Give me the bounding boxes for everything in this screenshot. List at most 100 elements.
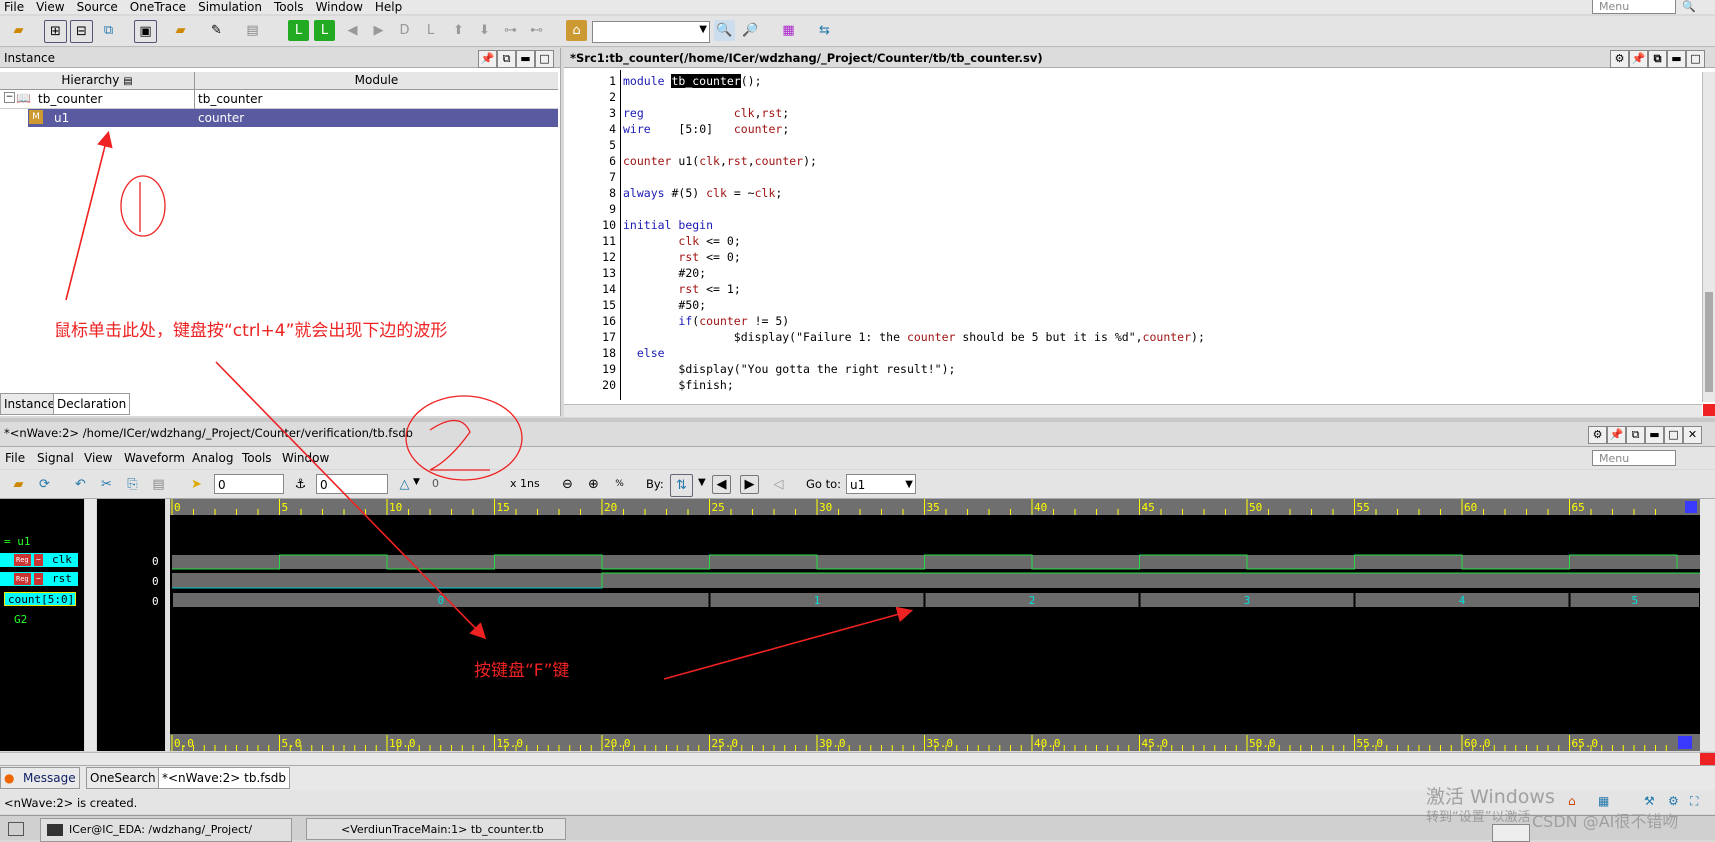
desktop-icon[interactable] [8, 822, 24, 836]
restore-icon[interactable]: ⧉ [1648, 50, 1667, 68]
search-backward-icon[interactable]: ◀ [712, 475, 731, 494]
driver-icon[interactable]: D [394, 20, 415, 41]
search-help-icon[interactable]: 🔍 [1682, 0, 1698, 14]
cursor-time-input[interactable]: 0 [214, 474, 284, 494]
nwave-menu-signal[interactable]: Signal [37, 451, 74, 465]
taskbar-item-verdi[interactable]: <VerdiunTraceMain:1> tb_counter.tb [306, 818, 566, 840]
group2-label[interactable]: G2 [14, 613, 27, 626]
wave-hscrollbar[interactable] [0, 752, 1715, 765]
source-hscrollbar[interactable] [564, 404, 1702, 417]
tab-nwave[interactable]: *<nWave:2> tb.fsdb [158, 767, 290, 789]
open-folder-icon[interactable]: ▰ [8, 474, 29, 495]
col-hierarchy[interactable]: Hierarchy ▤ [0, 72, 195, 89]
pin-icon[interactable]: 📌 [1607, 426, 1626, 444]
folder-icon[interactable]: ▰ [170, 20, 191, 41]
code-line[interactable]: if(counter != 5) [623, 314, 789, 328]
undo-icon[interactable]: ↶ [70, 474, 91, 495]
gear-icon[interactable]: ⚙ [1610, 50, 1629, 68]
schematic-icon[interactable]: ⊷ [526, 20, 547, 41]
trace-down-icon[interactable]: L [288, 20, 309, 41]
gear-icon[interactable]: ⚙ [1588, 426, 1607, 444]
nwave-menu-tools[interactable]: Tools [242, 451, 272, 465]
table-row-selected[interactable]: M u1 counter [28, 109, 558, 127]
arrow-right-icon[interactable]: ▶ [368, 20, 389, 41]
marker-time-input[interactable]: 0 [316, 474, 388, 494]
arrow-left-icon[interactable]: ◀ [342, 20, 363, 41]
code-line[interactable]: rst <= 1; [623, 282, 740, 296]
instance-icon[interactable]: ▣ [134, 20, 157, 43]
menu-simulation[interactable]: Simulation [192, 1, 268, 14]
pointer-icon[interactable]: ➤ [186, 474, 207, 495]
nwave-menu-analog[interactable]: Analog [192, 451, 233, 465]
chevron-down-icon[interactable]: ▼ [698, 477, 706, 488]
waveform-area[interactable]: 0 5 10 15 20 25 30 35 40 45 50 55 60 65 0 1 2 3 4 5 0.0 5.0 10… [170, 499, 1700, 751]
find-icon[interactable]: 🔍 [714, 20, 735, 41]
paste-icon[interactable]: ▤ [148, 474, 169, 495]
signal-pane-vscrollbar[interactable] [85, 499, 96, 751]
maximize-icon[interactable]: □ [1664, 426, 1683, 444]
tray-box[interactable] [1492, 824, 1530, 842]
close-icon[interactable]: ✕ [1683, 426, 1702, 444]
edit-icon[interactable]: ✎ [206, 20, 227, 41]
collapse-icon[interactable]: − [4, 92, 15, 103]
menu-help[interactable]: Help [369, 1, 408, 14]
source-vscrollbar[interactable] [1702, 72, 1715, 402]
restore-icon[interactable]: ⧉ [1626, 426, 1645, 444]
hierarchy-icon[interactable]: ⊞ [44, 20, 67, 43]
connect-icon[interactable]: ⊶ [500, 20, 521, 41]
arrow-down-icon[interactable]: ⬇ [474, 20, 495, 41]
search-forward-icon[interactable]: ▶ [740, 475, 759, 494]
code-line[interactable]: else [623, 346, 665, 360]
chevron-down-icon[interactable]: ▼ [699, 24, 707, 35]
waveform-canvas[interactable]: 0 5 10 15 20 25 30 35 40 45 50 55 60 650 1 2 3 4 50.0 5.0 10… [170, 499, 1700, 751]
paste-icon[interactable]: ▤ [242, 20, 263, 41]
minimize-icon[interactable]: ▬ [516, 50, 535, 68]
menu-source[interactable]: Source [71, 1, 124, 14]
group-label[interactable]: = u1 [4, 535, 31, 548]
code-line[interactable]: clk <= 0; [623, 234, 740, 248]
nwave-menu-search[interactable]: Menu [1592, 450, 1676, 466]
cut-icon[interactable]: ✂ [96, 474, 117, 495]
tab-instance[interactable]: Instance [0, 393, 60, 415]
menu-view[interactable]: View [30, 1, 70, 14]
code-line[interactable]: always #(5) clk = ~clk; [623, 186, 782, 200]
restore-icon[interactable]: ⧉ [497, 50, 516, 68]
minimize-icon[interactable]: ▬ [1645, 426, 1664, 444]
nwave-menu-waveform[interactable]: Waveform [124, 451, 185, 465]
col-module[interactable]: Module [195, 72, 558, 89]
taskbar-item-terminal[interactable]: ICer@IC_EDA: /wdzhang/_Project/ [40, 818, 292, 842]
code-line[interactable]: reg clk,rst; [623, 106, 789, 120]
code-line[interactable]: $finish; [623, 378, 733, 392]
search-by-icon[interactable]: ⇅ [670, 474, 693, 497]
code-line[interactable]: rst <= 0; [623, 250, 740, 264]
menu-file[interactable]: File [0, 1, 30, 14]
bookmark-icon[interactable]: ⌂ [566, 20, 587, 41]
nwave-menu-window[interactable]: Window [282, 451, 329, 465]
arrow-up-icon[interactable]: ⬆ [448, 20, 469, 41]
zoom-out-icon[interactable]: ⊖ [557, 474, 578, 495]
signal-count-label[interactable]: count[5:0] [4, 592, 76, 606]
menu-tools[interactable]: Tools [268, 1, 310, 14]
apps-icon[interactable]: ▦ [778, 20, 799, 41]
code-line[interactable]: #20; [623, 266, 706, 280]
menu-search-input[interactable]: Menu [1592, 0, 1676, 14]
code-line[interactable]: #50; [623, 298, 706, 312]
code-line[interactable]: initial begin [623, 218, 713, 232]
goto-combo[interactable]: u1 ▼ [846, 474, 916, 494]
reload-icon[interactable]: ⟳ [34, 474, 55, 495]
zoom-fit-icon[interactable]: % [609, 474, 630, 495]
code-line[interactable]: $display("Failure 1: the counter should … [623, 330, 1205, 344]
delta-icon[interactable]: △ [394, 474, 415, 495]
trace-load-icon[interactable]: L [314, 20, 335, 41]
copy-icon[interactable]: ⎘ [122, 474, 143, 495]
menu-onetrace[interactable]: OneTrace [124, 1, 192, 14]
chevron-down-icon[interactable]: ▼ [413, 477, 420, 487]
module-icon[interactable]: ⊟ [70, 20, 93, 43]
tab-declaration[interactable]: Declaration [53, 393, 131, 415]
find-combo[interactable]: ▼ [592, 21, 710, 43]
nwave-menu-view[interactable]: View [84, 451, 112, 465]
minimize-icon[interactable]: ▬ [1667, 50, 1686, 68]
layout-icon[interactable]: ▦ [1598, 794, 1609, 808]
vscroll-thumb[interactable] [1705, 292, 1713, 392]
nwave-menu-file[interactable]: File [5, 451, 25, 465]
